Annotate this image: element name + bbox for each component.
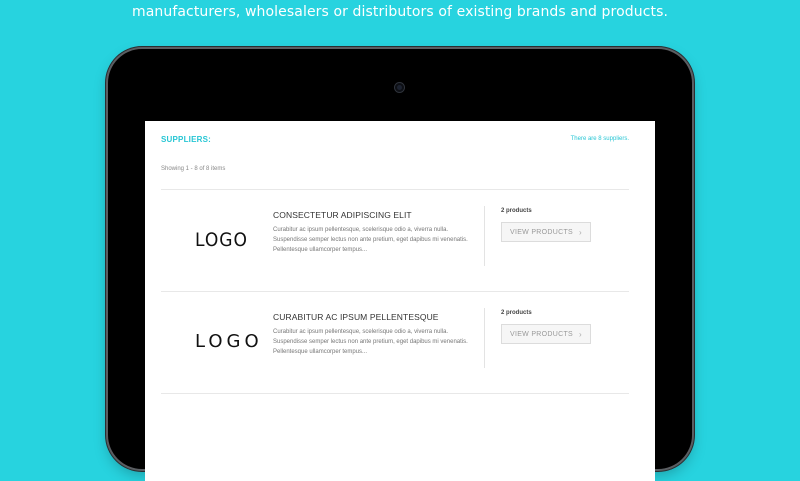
supplier-name-link[interactable]: CURABITUR AC IPSUM PELLENTESQUE: [273, 312, 439, 322]
tablet-device: SUPPLIERS: There are 8 suppliers. Showin…: [108, 49, 692, 481]
hero-headline: manufacturers, wholesalers or distributo…: [131, 4, 669, 20]
view-products-button[interactable]: VIEW PRODUCTS ›: [501, 324, 591, 344]
chevron-right-icon: ›: [579, 329, 582, 339]
column-divider: [484, 206, 485, 266]
divider: [161, 393, 629, 394]
supplier-name-link[interactable]: CONSECTETUR ADIPISCING ELIT: [273, 210, 412, 220]
supplier-row: LOGO CONSECTETUR ADIPISCING ELIT Curabit…: [161, 190, 629, 290]
column-divider: [484, 308, 485, 368]
page-title: SUPPLIERS:: [161, 135, 212, 144]
supplier-count: There are 8 suppliers.: [570, 136, 629, 142]
page-header: SUPPLIERS: There are 8 suppliers.: [161, 135, 629, 149]
supplier-description: Curabitur ac ipsum pellentesque, sceleri…: [273, 227, 468, 253]
view-products-label: VIEW PRODUCTS: [510, 228, 574, 236]
chevron-right-icon: ›: [579, 227, 582, 237]
supplier-row: LOGO CURABITUR AC IPSUM PELLENTESQUE Cur…: [161, 292, 629, 392]
supplier-logo[interactable]: LOGO: [195, 230, 248, 250]
product-count: 2 products: [501, 310, 532, 316]
supplier-description: Curabitur ac ipsum pellentesque, sceleri…: [273, 329, 468, 355]
camera-icon: [395, 83, 404, 92]
view-products-button[interactable]: VIEW PRODUCTS ›: [501, 222, 591, 242]
product-count: 2 products: [501, 208, 532, 214]
view-products-label: VIEW PRODUCTS: [510, 330, 574, 338]
pagination-summary: Showing 1 - 8 of 8 items: [161, 166, 226, 172]
tablet-screen: SUPPLIERS: There are 8 suppliers. Showin…: [145, 121, 655, 481]
supplier-logo[interactable]: LOGO: [195, 332, 263, 352]
